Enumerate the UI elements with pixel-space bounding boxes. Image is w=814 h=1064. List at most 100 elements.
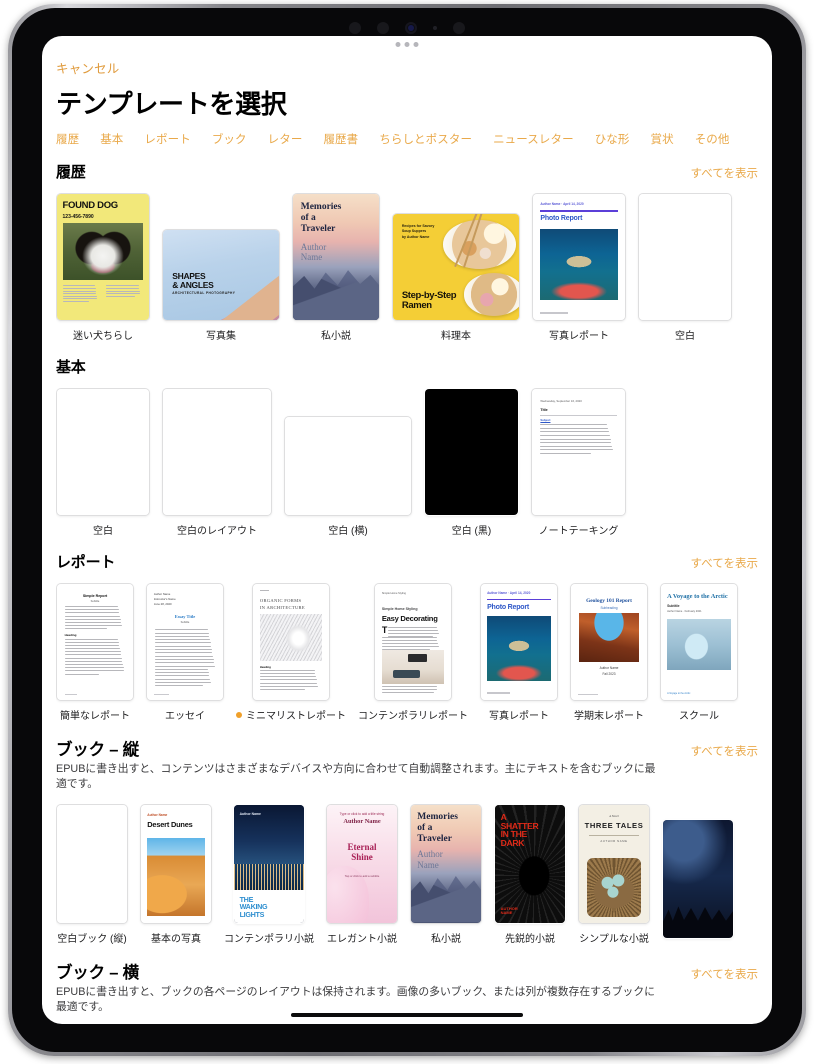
template-caption: コンテンポラリ小説 — [224, 930, 314, 945]
home-indicator[interactable] — [291, 1013, 523, 1017]
template-tile[interactable]: Geology 101 Report Subheading Author Name F… — [570, 583, 648, 722]
template-thumbnail[interactable]: A Voyage to the Arctic Subtitle Author Nam… — [660, 583, 738, 701]
template-thumbnail[interactable]: Simple Report Subtitle Heading — [56, 583, 134, 701]
template-tile[interactable]: Simple Report Subtitle Heading 簡単なレポート — [56, 583, 134, 722]
template-thumbnail[interactable]: SHAPES & ANGLES ARCHITECTURAL PHOTOGRAPHY — [162, 229, 280, 321]
template-thumbnail[interactable]: A SHATTER IN THE DARK AUTHOR NAME — [494, 803, 566, 924]
template-thumbnail[interactable]: A Novel THREE TALES AUTHOR NAME — [578, 803, 650, 924]
template-tile[interactable] — [662, 818, 734, 945]
template-row[interactable]: FOUND DOG 123-456-7890 迷い犬ちらし SHAPES & ANGLE… — [56, 193, 772, 342]
template-name: ノートテーキング — [538, 526, 619, 537]
template-tile[interactable]: Wednesday, September 16, 2020 Title Subjec… — [531, 388, 626, 537]
template-name: 写真レポート — [549, 331, 609, 342]
section-recents: 履歴 すべてを表示 FOUND DOG 123-456-7890 迷い犬ちらし SHAPE… — [42, 161, 772, 342]
template-tile[interactable]: 空白 (横) — [284, 416, 412, 537]
template-thumbnail[interactable] — [162, 388, 272, 516]
template-thumbnail[interactable]: Simple Home Styling Simple Home Styling Ea… — [374, 583, 452, 701]
template-thumbnail[interactable]: Author Name Desert Dunes — [140, 803, 212, 924]
template-name: 学期末レポート — [574, 711, 644, 722]
category-tab-bar[interactable]: 履歴 基本 レポート ブック レター 履歴書 ちらしとポスター ニュースレター ひな形 賞状 その他 — [56, 131, 772, 147]
see-all-link[interactable]: すべてを表示 — [690, 555, 758, 571]
template-caption: 空白ブック (縦) — [57, 930, 126, 945]
template-tile[interactable]: Memories of a Traveler Author Name 私小説 — [292, 193, 380, 342]
template-tile[interactable]: 空白ブック (縦) — [56, 803, 128, 945]
template-name: 空白 (黒) — [451, 526, 492, 537]
template-tile[interactable]: Recipes for Savory Soup Suppers by Author … — [392, 213, 520, 342]
template-thumbnail[interactable] — [56, 803, 128, 924]
template-caption: 料理本 — [441, 327, 471, 342]
template-tile[interactable]: Author Name THE WAKING LIGHTS コンテンポラリ小説 — [224, 803, 314, 945]
section-header: 履歴 すべてを表示 — [56, 161, 772, 182]
category-tab[interactable]: その他 — [695, 131, 730, 147]
template-thumbnail[interactable]: Wednesday, September 16, 2020 Title Subjec… — [531, 388, 626, 516]
see-all-link[interactable]: すべてを表示 — [690, 743, 758, 759]
template-tile[interactable]: Simple Home Styling Simple Home Styling Ea… — [358, 583, 468, 722]
template-thumbnail[interactable] — [56, 388, 150, 516]
template-tile[interactable]: Author Name Instructor's Name June 28, 202… — [146, 583, 224, 722]
category-tab[interactable]: レター — [268, 131, 303, 147]
category-tab[interactable]: 基本 — [100, 131, 123, 147]
section-header: ブック – 横 すべてを表示 — [56, 959, 772, 983]
template-tile[interactable]: Memories of a Traveler Author Name 私小説 — [410, 803, 482, 945]
template-thumbnail[interactable]: Memories of a Traveler Author Name — [292, 193, 380, 321]
template-tile[interactable]: 空白のレイアウト — [162, 388, 272, 537]
template-caption: 基本の写真 — [151, 930, 201, 945]
template-thumbnail[interactable] — [424, 388, 519, 516]
template-tile[interactable]: Type or click to add a title string Autho… — [326, 803, 398, 945]
template-tile[interactable]: A SHATTER IN THE DARK AUTHOR NAME 先鋭的小説 — [494, 803, 566, 945]
category-tab[interactable]: レポート — [144, 131, 190, 147]
template-tile[interactable]: 空白 (黒) — [424, 388, 519, 537]
template-thumbnail[interactable]: FOUND DOG 123-456-7890 — [56, 193, 150, 321]
template-tile[interactable]: Author Name · April 14, 2020 Photo Report… — [532, 193, 626, 342]
category-tab[interactable]: ブック — [212, 131, 247, 147]
template-tile[interactable]: Author Name Desert Dunes 基本の写真 — [140, 803, 212, 945]
template-row[interactable]: Simple Report Subtitle Heading 簡単なレポート Autho… — [56, 583, 772, 722]
sensor-dot — [453, 22, 465, 34]
template-tile[interactable]: SHAPES & ANGLES ARCHITECTURAL PHOTOGRAPHY 写… — [162, 229, 280, 342]
template-name: 空白のレイアウト — [177, 526, 257, 537]
cancel-button[interactable]: キャンセル — [56, 58, 120, 77]
category-tab[interactable]: 賞状 — [651, 131, 674, 147]
ipad-device-frame: キャンセル テンプレートを選択 履歴 基本 レポート ブック レター 履歴書 ちらしとポスタ… — [8, 4, 806, 1056]
template-tile[interactable]: Author Name · April 14, 2020 Photo Report… — [480, 583, 558, 722]
section-header: 基本 — [56, 356, 772, 377]
category-tab[interactable]: ニュースレター — [493, 131, 574, 147]
template-chooser-sheet[interactable]: キャンセル テンプレートを選択 履歴 基本 レポート ブック レター 履歴書 ちらしとポスタ… — [42, 36, 772, 1024]
template-caption: 写真レポート — [489, 707, 549, 722]
template-thumbnail[interactable]: Author Name · April 14, 2020 Photo Report — [480, 583, 558, 701]
template-thumbnail[interactable]: Geology 101 Report Subheading Author Name F… — [570, 583, 648, 701]
see-all-link[interactable]: すべてを表示 — [690, 165, 758, 181]
template-thumbnail[interactable]: ORGANIC FORMS IN ARCHITECTURE Heading — [252, 583, 330, 701]
see-all-link[interactable]: すべてを表示 — [690, 966, 758, 982]
template-row[interactable]: 空白ブック (縦) Author Name Desert Dunes 基本の写真 Aut… — [56, 803, 772, 945]
template-tile[interactable]: A Voyage to the Arctic Subtitle Author Nam… — [660, 583, 738, 722]
section-header: ブック – 縦 すべてを表示 — [56, 736, 772, 760]
template-tile[interactable]: 空白 — [56, 388, 150, 537]
template-name: 空白ブック (縦) — [57, 933, 127, 945]
category-tab[interactable]: 履歴書 — [323, 131, 358, 147]
template-thumbnail[interactable]: Type or click to add a title string Autho… — [326, 803, 398, 924]
category-tab[interactable]: ひな形 — [595, 131, 630, 147]
section-reports: レポート すべてを表示 Simple Report Subtitle Heading 簡単… — [42, 551, 772, 722]
category-tab[interactable]: 履歴 — [56, 131, 79, 147]
template-tile[interactable]: 空白 — [638, 193, 732, 342]
template-caption: 学期末レポート — [574, 707, 644, 722]
template-tile[interactable]: ORGANIC FORMS IN ARCHITECTURE Heading ミニマリ… — [236, 583, 346, 722]
template-thumbnail[interactable]: Recipes for Savory Soup Suppers by Author … — [392, 213, 520, 321]
template-thumbnail[interactable] — [662, 818, 734, 939]
template-thumbnail[interactable] — [638, 193, 732, 321]
section-title: 履歴 — [56, 164, 86, 181]
template-thumbnail[interactable]: Memories of a Traveler Author Name — [410, 803, 482, 924]
template-thumbnail[interactable]: Author Name Instructor's Name June 28, 202… — [146, 583, 224, 701]
template-tile[interactable]: A Novel THREE TALES AUTHOR NAME シンプルな小説 — [578, 803, 650, 945]
template-caption: ノートテーキング — [539, 522, 619, 537]
template-thumbnail[interactable]: Author Name THE WAKING LIGHTS — [233, 803, 305, 924]
section-title: ブック – 横 — [56, 963, 139, 982]
template-row[interactable]: 空白 空白のレイアウト 空白 (横) 空白 (黒) Wednesday, Septemb… — [56, 388, 772, 537]
template-caption: 空白 (横) — [328, 522, 367, 537]
template-thumbnail[interactable] — [284, 416, 412, 516]
section-books-portrait: ブック – 縦 すべてを表示 EPUBに書き出すと、コンテンツはさまざまなデバイスや… — [42, 736, 772, 945]
template-thumbnail[interactable]: Author Name · April 14, 2020 Photo Report — [532, 193, 626, 321]
template-tile[interactable]: FOUND DOG 123-456-7890 迷い犬ちらし — [56, 193, 150, 342]
category-tab[interactable]: ちらしとポスター — [379, 131, 472, 147]
